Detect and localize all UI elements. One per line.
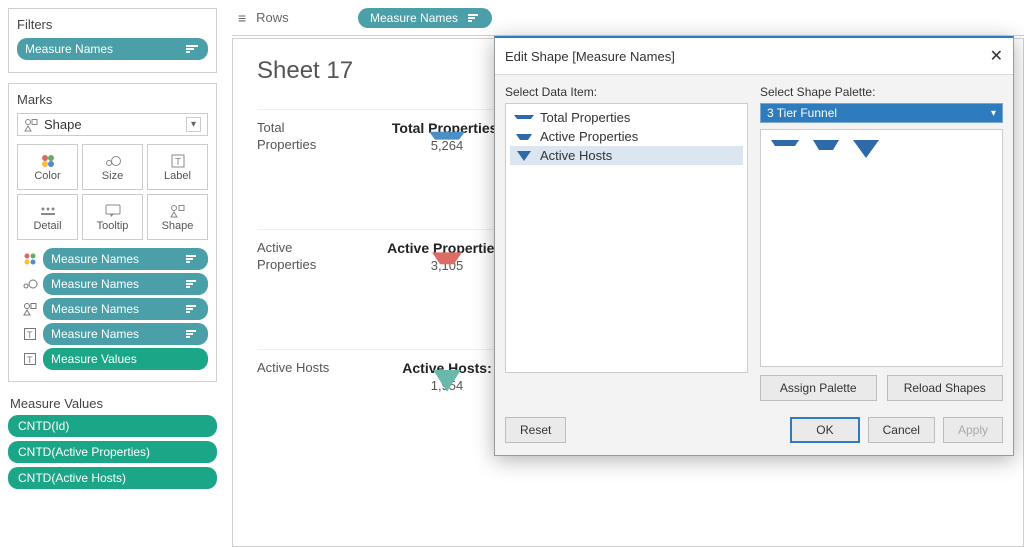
chevron-down-icon: ▾: [186, 117, 201, 132]
mark-type-dropdown[interactable]: Shape ▾: [17, 113, 208, 136]
palette-column: Select Shape Palette: 3 Tier Funnel ▾ As…: [760, 85, 1003, 401]
detail-button[interactable]: Detail: [17, 194, 78, 240]
marks-pill-shape[interactable]: Measure Names: [17, 298, 208, 320]
pill-menu-icon: [186, 255, 200, 263]
pill-label: Measure Names: [25, 42, 113, 56]
rows-shelf[interactable]: ≡ Rows Measure Names: [232, 0, 1024, 36]
reset-button[interactable]: Reset: [505, 417, 566, 443]
marks-title: Marks: [17, 92, 208, 107]
shape-mark-icon: [170, 202, 186, 220]
palette-dropdown[interactable]: 3 Tier Funnel ▾: [760, 103, 1003, 123]
shape-icon: [24, 118, 38, 132]
left-panel: Filters Measure Names Marks Shape ▾ Colo…: [0, 0, 225, 547]
tooltip-button[interactable]: Tooltip: [82, 194, 143, 240]
rows-pill-measure-names[interactable]: Measure Names: [358, 8, 492, 28]
funnel-tier2-icon: [514, 132, 534, 142]
funnel-tier3-icon: [514, 149, 534, 163]
funnel-shape-1: [429, 131, 465, 149]
marks-card: Marks Shape ▾ Color Size T Label: [8, 83, 217, 382]
data-item[interactable]: Total Properties: [510, 108, 743, 127]
mv-pill[interactable]: CNTD(Active Properties): [8, 441, 217, 463]
dialog-title: Edit Shape [Measure Names]: [505, 49, 675, 64]
palette-shape-tier3[interactable]: [853, 140, 879, 160]
pill-menu-icon: [186, 330, 200, 338]
mark-button-grid: Color Size T Label Detail Tooltip Shape: [17, 144, 208, 240]
marks-pill-label[interactable]: T Measure Names: [17, 323, 208, 345]
label-icon: T: [17, 328, 43, 340]
pill-menu-icon: [468, 14, 480, 22]
data-item-label: Select Data Item:: [505, 85, 748, 99]
measure-values-title: Measure Values: [8, 392, 217, 415]
row-header: Total Properties: [257, 120, 347, 154]
color-icon: [40, 152, 56, 170]
assign-palette-button[interactable]: Assign Palette: [760, 375, 877, 401]
svg-text:T: T: [27, 355, 33, 365]
svg-text:T: T: [175, 157, 181, 168]
cancel-button[interactable]: Cancel: [868, 417, 935, 443]
funnel-shape-3: [433, 369, 461, 393]
palette-shape-tier1[interactable]: [771, 140, 799, 152]
palette-shape-tier2[interactable]: [813, 140, 839, 154]
rows-shelf-label: ≡ Rows: [238, 10, 358, 26]
chevron-down-icon: ▾: [991, 108, 996, 119]
funnel-tier1-icon: [514, 113, 534, 123]
palette-shapes-box[interactable]: [760, 129, 1003, 367]
edit-shape-dialog: Edit Shape [Measure Names] ✕ Select Data…: [494, 36, 1014, 456]
svg-text:T: T: [27, 330, 33, 340]
close-icon[interactable]: ✕: [990, 46, 1003, 66]
size-icon: [104, 152, 122, 170]
label-icon: T: [17, 353, 43, 365]
color-icon: [17, 252, 43, 266]
row-header: Active Properties: [257, 240, 347, 274]
marks-pill-label-values[interactable]: T Measure Values: [17, 348, 208, 370]
rows-icon: ≡: [238, 10, 246, 26]
size-button[interactable]: Size: [82, 144, 143, 190]
pill-menu-icon: [186, 45, 200, 53]
measure-values-panel: Measure Values CNTD(Id) CNTD(Active Prop…: [8, 392, 217, 489]
mv-pill[interactable]: CNTD(Active Hosts): [8, 467, 217, 489]
marks-pill-size[interactable]: Measure Names: [17, 273, 208, 295]
filters-title: Filters: [17, 17, 208, 32]
palette-label: Select Shape Palette:: [760, 85, 1003, 99]
ok-button[interactable]: OK: [790, 417, 859, 443]
reload-shapes-button[interactable]: Reload Shapes: [887, 375, 1004, 401]
filter-pill-measure-names[interactable]: Measure Names: [17, 38, 208, 60]
data-item-list[interactable]: Total Properties Active Properties Activ…: [505, 103, 748, 373]
mv-pill[interactable]: CNTD(Id): [8, 415, 217, 437]
data-item[interactable]: Active Hosts: [510, 146, 743, 165]
funnel-shape-2: [432, 252, 462, 268]
filters-card: Filters Measure Names: [8, 8, 217, 73]
row-header: Active Hosts: [257, 360, 347, 377]
shape-button[interactable]: Shape: [147, 194, 208, 240]
color-button[interactable]: Color: [17, 144, 78, 190]
label-button[interactable]: T Label: [147, 144, 208, 190]
data-item-column: Select Data Item: Total Properties Activ…: [505, 85, 748, 401]
marks-pill-color[interactable]: Measure Names: [17, 248, 208, 270]
tooltip-icon: [105, 202, 121, 220]
mark-type-label: Shape: [44, 117, 82, 132]
apply-button: Apply: [943, 417, 1003, 443]
pill-menu-icon: [186, 280, 200, 288]
pill-menu-icon: [186, 305, 200, 313]
shape-icon: [17, 302, 43, 316]
label-icon: T: [171, 152, 185, 170]
size-icon: [17, 278, 43, 290]
dialog-title-bar[interactable]: Edit Shape [Measure Names] ✕: [495, 38, 1013, 75]
detail-icon: [40, 202, 56, 220]
dialog-footer: Reset OK Cancel Apply: [495, 411, 1013, 455]
data-item[interactable]: Active Properties: [510, 127, 743, 146]
